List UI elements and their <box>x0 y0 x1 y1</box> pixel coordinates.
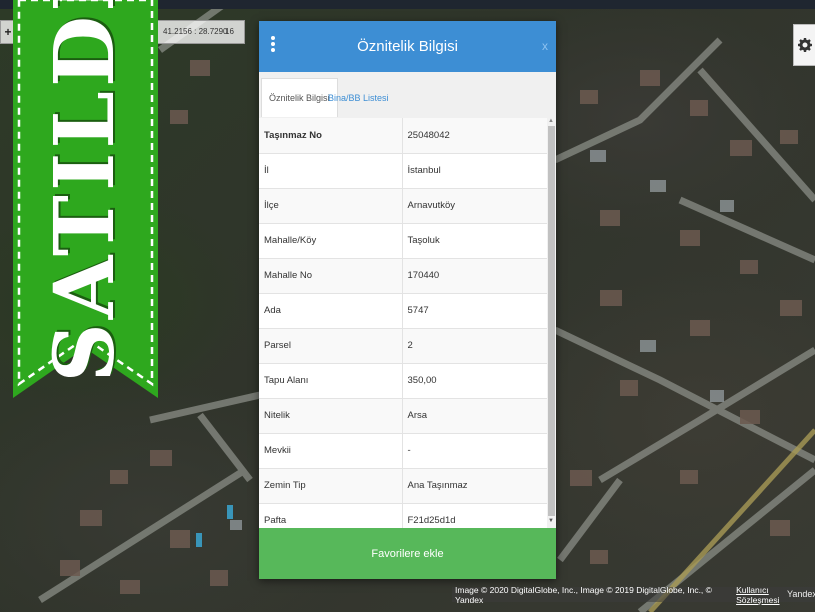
row-key: Tapu Alanı <box>259 363 403 399</box>
coordinate-readout: 41.2156 : 28.7290 <box>163 27 228 36</box>
row-value: 170440 <box>402 258 547 294</box>
table-row: Mahalle/Köy Taşoluk <box>259 223 547 259</box>
panel-tabs: Öznitelik Bilgisi Bina/BB Listesi <box>259 72 556 119</box>
row-value: F21d25d1d <box>402 503 547 528</box>
panel-header: Öznitelik Bilgisi x <box>259 21 556 72</box>
row-value: Taşoluk <box>402 223 547 259</box>
table-row: Nitelik Arsa <box>259 398 547 434</box>
table-row: Ada 5747 <box>259 293 547 329</box>
zoom-level: 16 <box>225 27 234 36</box>
attribution-text: Image © 2020 DigitalGlobe, Inc., Image ©… <box>455 584 712 605</box>
row-key: İl <box>259 153 403 189</box>
map-settings-button[interactable] <box>793 24 815 66</box>
row-value: 350,00 <box>402 363 547 399</box>
attribute-table: Taşınmaz No 25048042 İl İstanbul İlçe Arnav… <box>259 118 547 528</box>
row-key: Ada <box>259 293 403 329</box>
row-value: 5747 <box>402 293 547 329</box>
table-row: Tapu Alanı 350,00 <box>259 363 547 399</box>
table-row: Parsel 2 <box>259 328 547 364</box>
sold-banner: SATILDI <box>13 0 158 398</box>
row-key: İlçe <box>259 188 403 224</box>
table-scrollbar[interactable]: ▲ ▼ <box>547 118 556 528</box>
row-key: Taşınmaz No <box>259 118 403 154</box>
row-value: - <box>402 433 547 469</box>
table-row: Taşınmaz No 25048042 <box>259 118 547 154</box>
attribute-table-container[interactable]: Taşınmaz No 25048042 İl İstanbul İlçe Arnav… <box>259 118 556 528</box>
row-key: Pafta <box>259 503 403 528</box>
panel-title: Öznitelik Bilgisi <box>357 38 458 55</box>
row-value: Arsa <box>402 398 547 434</box>
map-attribution: Image © 2020 DigitalGlobe, Inc., Image ©… <box>452 584 815 605</box>
row-key: Mahalle No <box>259 258 403 294</box>
gear-icon <box>798 38 812 52</box>
table-row: Mevkii - <box>259 433 547 469</box>
banner-text: SATILDI <box>37 0 133 383</box>
scroll-up-icon[interactable]: ▲ <box>548 118 554 124</box>
row-value: 25048042 <box>402 118 547 154</box>
table-row: Zemin Tip Ana Taşınmaz <box>259 468 547 504</box>
row-key: Nitelik <box>259 398 403 434</box>
add-to-favorites-button[interactable]: Favorilere ekle <box>259 528 556 579</box>
close-button[interactable]: x <box>542 39 548 53</box>
table-row: İlçe Arnavutköy <box>259 188 547 224</box>
attribute-panel: Öznitelik Bilgisi x Öznitelik Bilgisi Bi… <box>259 21 556 579</box>
scroll-down-icon[interactable]: ▼ <box>548 518 554 524</box>
row-value: İstanbul <box>402 153 547 189</box>
table-row: Mahalle No 170440 <box>259 258 547 294</box>
row-value: 2 <box>402 328 547 364</box>
row-value: Arnavutköy <box>402 188 547 224</box>
table-row: İl İstanbul <box>259 153 547 189</box>
table-row: Pafta F21d25d1d <box>259 503 547 528</box>
row-key: Mahalle/Köy <box>259 223 403 259</box>
tab-building-list[interactable]: Bina/BB Listesi <box>321 78 396 117</box>
row-key: Zemin Tip <box>259 468 403 504</box>
row-value: Ana Taşınmaz <box>402 468 547 504</box>
row-key: Parsel <box>259 328 403 364</box>
row-key: Mevkii <box>259 433 403 469</box>
provider-logo: Yandex <box>787 589 815 599</box>
scrollbar-thumb[interactable] <box>548 126 555 516</box>
